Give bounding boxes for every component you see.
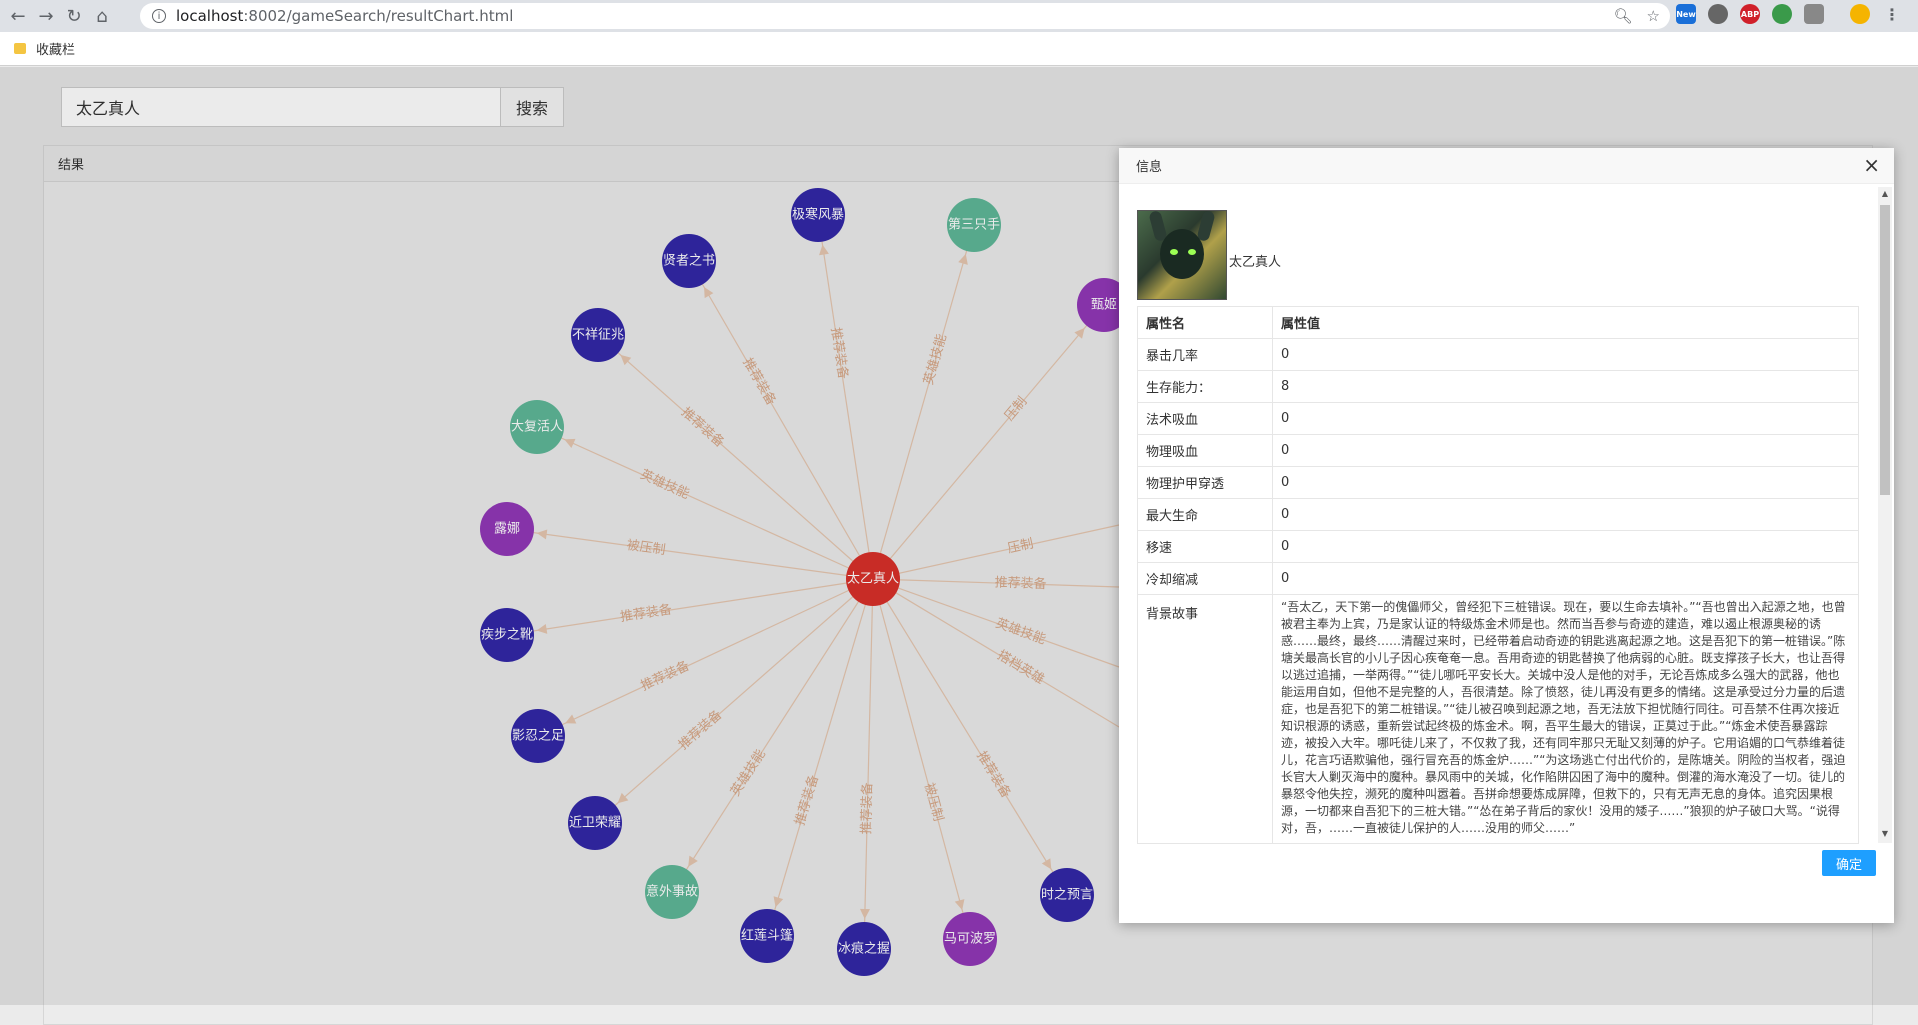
home-icon[interactable]: ⌂ <box>88 2 116 30</box>
attr-value: 0 <box>1272 498 1859 531</box>
attr-key: 法术吸血 <box>1137 402 1273 435</box>
ok-button[interactable]: 确定 <box>1822 850 1876 876</box>
table-row: 冷却缩减 0 <box>1137 562 1859 595</box>
scroll-thumb[interactable] <box>1880 205 1890 495</box>
table-row: 生存能力： 8 <box>1137 370 1859 403</box>
dialog-title: 信息 <box>1136 160 1163 175</box>
attr-value: 0 <box>1272 530 1859 563</box>
dialog-header: 信息 × <box>1119 148 1894 184</box>
url-host: localhost <box>176 7 244 25</box>
new-extension-icon[interactable]: New <box>1676 4 1696 24</box>
attr-value: 0 <box>1272 338 1859 371</box>
dialog-body[interactable]: 太乙真人 属性名 属性值 暴击几率 0 生存能力： 8 法术吸血 0 物理吸血 0 物理护甲穿透… <box>1119 185 1894 845</box>
table-row: 物理护甲穿透 0 <box>1137 466 1859 499</box>
ext-new-label: New <box>1676 9 1696 19</box>
browser-toolbar: ← → ↻ ⌂ i localhost:8002/gameSearch/resu… <box>0 0 1918 32</box>
forward-icon[interactable]: → <box>32 2 60 30</box>
bookmark-folder[interactable]: 收藏栏 <box>36 39 75 58</box>
url-path: :8002/gameSearch/resultChart.html <box>243 7 514 25</box>
scroll-down-icon[interactable]: ▼ <box>1880 829 1890 841</box>
attr-value: 0 <box>1272 402 1859 435</box>
attr-key: 移速 <box>1137 530 1273 563</box>
attr-key: 最大生命 <box>1137 498 1273 531</box>
zoom-icon[interactable]: 🔍︎ <box>1614 7 1633 25</box>
story-cell: “吾太乙，天下第一的傀儡师父，曾经犯下三桩错误。现在，要以生命去填补。”“吾也曾… <box>1272 594 1859 844</box>
eye-extension-icon[interactable] <box>1708 4 1728 24</box>
attr-key: 物理护甲穿透 <box>1137 466 1273 499</box>
table-row: 移速 0 <box>1137 530 1859 563</box>
story-row: 背景故事 “吾太乙，天下第一的傀儡师父，曾经犯下三桩错误。现在，要以生命去填补。”… <box>1137 594 1859 844</box>
attr-value: 0 <box>1272 434 1859 467</box>
back-icon[interactable]: ← <box>4 2 32 30</box>
globe-extension-icon[interactable] <box>1772 4 1792 24</box>
folder-icon <box>14 43 26 54</box>
hero-avatar <box>1137 210 1227 300</box>
header-key: 属性名 <box>1137 306 1273 339</box>
adblock-extension-icon[interactable]: ABP <box>1740 4 1760 24</box>
close-icon[interactable]: × <box>1863 155 1880 175</box>
header-value: 属性值 <box>1272 306 1859 339</box>
dialog-scrollbar[interactable]: ▲ ▼ <box>1878 187 1892 843</box>
story-text: “吾太乙，天下第一的傀儡师父，曾经犯下三桩错误。现在，要以生命去填补。”“吾也曾… <box>1281 600 1846 835</box>
story-key: 背景故事 <box>1137 594 1273 844</box>
attr-value: 8 <box>1272 370 1859 403</box>
attribute-table: 属性名 属性值 暴击几率 0 生存能力： 8 法术吸血 0 物理吸血 0 物理护甲穿透 0 最大生命… <box>1137 306 1859 844</box>
scroll-up-icon[interactable]: ▲ <box>1880 189 1890 201</box>
attr-value: 0 <box>1272 562 1859 595</box>
profile-avatar-icon[interactable] <box>1850 4 1870 24</box>
info-dialog: 信息 × 太乙真人 属性名 属性值 暴击几率 0 生存能力： 8 法术吸血 0 物理吸血 0 物… <box>1119 148 1894 923</box>
table-header-row: 属性名 属性值 <box>1137 306 1859 339</box>
attr-key: 生存能力： <box>1137 370 1273 403</box>
table-row: 法术吸血 0 <box>1137 402 1859 435</box>
hero-summary: 太乙真人 <box>1137 210 1281 300</box>
table-row: 最大生命 0 <box>1137 498 1859 531</box>
pdf-extension-icon[interactable] <box>1804 4 1824 24</box>
attr-value: 0 <box>1272 466 1859 499</box>
ext-abp-label: ABP <box>1740 9 1760 19</box>
address-bar[interactable]: i localhost:8002/gameSearch/resultChart.… <box>140 3 1670 29</box>
bookmarks-bar: 收藏栏 <box>0 32 1918 66</box>
star-icon[interactable]: ☆ <box>1647 7 1660 25</box>
hero-name: 太乙真人 <box>1229 255 1282 270</box>
table-row: 暴击几率 0 <box>1137 338 1859 371</box>
reload-icon[interactable]: ↻ <box>60 2 88 30</box>
attr-key: 暴击几率 <box>1137 338 1273 371</box>
table-row: 物理吸血 0 <box>1137 434 1859 467</box>
menu-icon[interactable]: ⋮ <box>1882 4 1902 24</box>
attr-key: 物理吸血 <box>1137 434 1273 467</box>
info-icon[interactable]: i <box>152 9 166 23</box>
attr-key: 冷却缩减 <box>1137 562 1273 595</box>
